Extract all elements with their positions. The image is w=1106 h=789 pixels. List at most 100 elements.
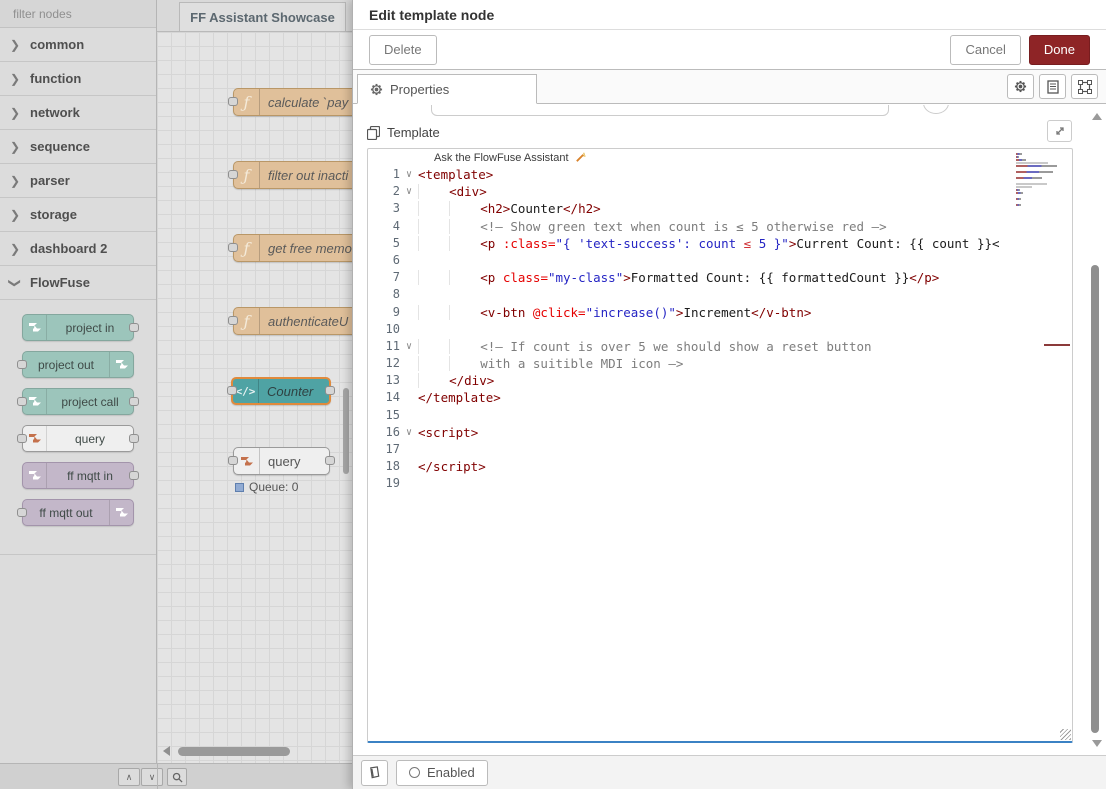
scrollbar-thumb[interactable] [178,747,290,756]
code-line[interactable]: 18 </script> [368,458,1072,475]
canvas-node-query[interactable]: query [233,447,330,475]
tab-properties[interactable]: Properties [357,74,537,104]
palette-expand-all-button[interactable]: ∨ [141,768,163,786]
fold-toggle-icon [400,372,418,389]
panel-scrollbar[interactable] [1089,107,1101,753]
canvas-node-filter-out-inacti[interactable]: ƒ filter out inacti [233,161,352,189]
palette-category-network[interactable]: ❯ network [0,96,156,130]
code-text: <!— If count is over 5 we should show a … [418,338,872,355]
palette-category-sequence[interactable]: ❯ sequence [0,130,156,164]
canvas-node-counter[interactable]: </> Counter [231,377,331,405]
input-port[interactable] [227,386,237,395]
palette-category-storage[interactable]: ❯ storage [0,198,156,232]
code-line[interactable]: 4 <!— Show green text when count is ≤ 5 … [368,218,1072,235]
template-code-editor[interactable]: Ask the FlowFuse Assistant 1 ∨ <template… [367,148,1073,743]
editor-resize-handle[interactable] [1060,729,1071,740]
canvas-horizontal-scrollbar[interactable] [157,745,352,757]
delete-button[interactable]: Delete [369,35,437,65]
palette-collapse-all-button[interactable]: ∧ [118,768,140,786]
palette-filter-input[interactable] [13,7,168,21]
code-line[interactable]: 13 </div> [368,372,1072,389]
fold-toggle-icon[interactable]: ∨ [400,183,418,200]
palette-category-function[interactable]: ❯ function [0,62,156,96]
code-line[interactable]: 12 with a suitible MDI icon —> [368,355,1072,372]
palette-node-query[interactable]: query [22,425,134,452]
input-port[interactable] [228,243,238,252]
scroll-down-arrow-icon[interactable] [1092,740,1102,747]
palette-category-flowfuse[interactable]: ❯ FlowFuse [0,266,156,300]
flow-tab[interactable]: FF Assistant Showcase [179,2,346,31]
code-line[interactable]: 8 [368,286,1072,303]
cancel-button[interactable]: Cancel [950,35,1020,65]
code-line[interactable]: 16 ∨ <script> [368,424,1072,441]
palette-category-parser[interactable]: ❯ parser [0,164,156,198]
fold-toggle-icon[interactable]: ∨ [400,338,418,355]
input-port[interactable] [17,360,27,369]
scroll-left-arrow-icon[interactable] [163,746,170,756]
input-port[interactable] [228,170,238,179]
canvas-vertical-scrollbar[interactable] [343,388,349,474]
input-port[interactable] [17,397,27,406]
line-number: 14 [368,389,400,406]
palette-node-project-out[interactable]: project out [22,351,134,378]
code-line[interactable]: 2 ∨ <div> [368,183,1072,200]
palette-node-ff-mqtt-out[interactable]: ff mqtt out [22,499,134,526]
output-port[interactable] [129,397,139,406]
input-port[interactable] [228,316,238,325]
palette-flowfuse-section: project in project out project call quer… [0,300,156,555]
output-port[interactable] [325,456,335,465]
scroll-up-arrow-icon[interactable] [1092,113,1102,120]
canvas-node-authenticateu[interactable]: ƒ authenticateU [233,307,352,335]
search-flows-button[interactable] [167,768,187,786]
output-port[interactable] [129,471,139,480]
appearance-tab-button[interactable] [1071,74,1098,99]
gear-icon [370,83,383,96]
minimap-line [1016,186,1032,188]
code-line[interactable]: 5 <p :class="{ 'text-success': count ≤ 5… [368,235,1072,252]
palette-node-ff-mqtt-in[interactable]: ff mqtt in [22,462,134,489]
canvas-node-calculate-pay[interactable]: ƒ calculate `pay [233,88,352,116]
palette-category-common[interactable]: ❯ common [0,28,156,62]
code-line[interactable]: 3 <h2>Counter</h2> [368,200,1072,217]
minimap[interactable] [1014,152,1068,210]
scrolled-field-partial[interactable] [431,105,889,116]
description-tab-button[interactable] [1039,74,1066,99]
chevron-right-icon: ❯ [8,278,22,288]
copy-icon [367,126,380,140]
fold-toggle-icon [400,321,418,338]
scrolled-button-partial[interactable] [923,105,949,114]
palette-node-project-call[interactable]: project call [22,388,134,415]
input-port[interactable] [17,434,27,443]
done-button[interactable]: Done [1029,35,1090,65]
input-port[interactable] [228,97,238,106]
output-port[interactable] [325,386,335,395]
canvas-node-get-free-memo[interactable]: ƒ get free memo [233,234,352,262]
node-enabled-toggle[interactable]: Enabled [396,760,488,786]
properties-gear-button[interactable] [1007,74,1034,99]
code-line[interactable]: 10 [368,321,1072,338]
output-port[interactable] [129,323,139,332]
flow-canvas[interactable]: ƒ calculate `pay ƒ filter out inacti ƒ get… [157,32,352,763]
fold-toggle-icon [400,252,418,269]
code-line[interactable]: 15 [368,407,1072,424]
expand-editor-button[interactable] [1047,120,1072,142]
input-port[interactable] [17,508,27,517]
panel-scrollbar-thumb[interactable] [1091,265,1099,733]
output-port[interactable] [129,434,139,443]
assistant-hint[interactable]: Ask the FlowFuse Assistant [368,149,1072,166]
code-line[interactable]: 7 <p class="my-class">Formatted Count: {… [368,269,1072,286]
palette-category-dashboard-2[interactable]: ❯ dashboard 2 [0,232,156,266]
code-line[interactable]: 17 [368,441,1072,458]
code-line[interactable]: 11 ∨ <!— If count is over 5 we should sh… [368,338,1072,355]
code-line[interactable]: 19 [368,475,1072,492]
code-line[interactable]: 6 [368,252,1072,269]
code-line[interactable]: 1 ∨ <template> [368,166,1072,183]
node-help-button[interactable] [361,760,388,786]
fold-toggle-icon[interactable]: ∨ [400,424,418,441]
code-line[interactable]: 14 </template> [368,389,1072,406]
code-line[interactable]: 9 <v-btn @click="increase()">Increment</… [368,304,1072,321]
fold-toggle-icon[interactable]: ∨ [400,166,418,183]
palette-node-project-in[interactable]: project in [22,314,134,341]
input-port[interactable] [228,456,238,465]
palette-search [0,0,156,28]
